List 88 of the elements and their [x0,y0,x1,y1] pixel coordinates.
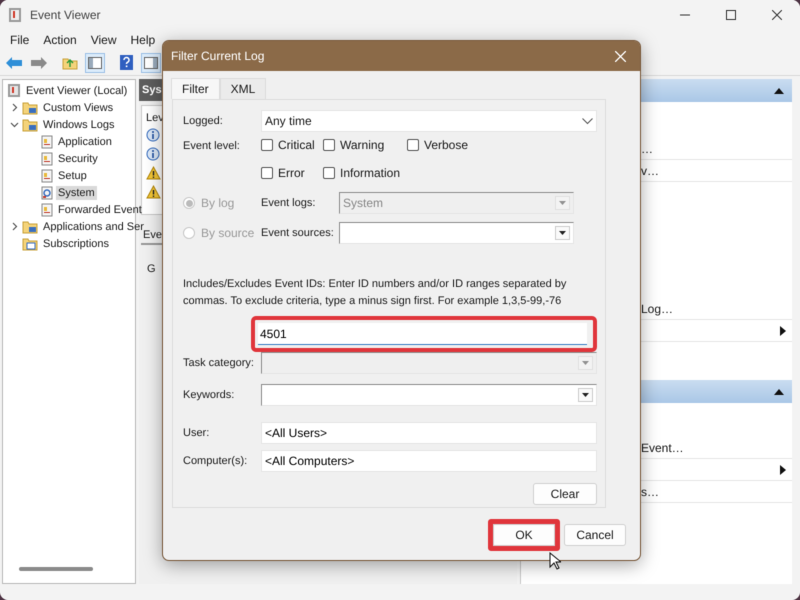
field-label: User: [183,427,210,439]
menu-item[interactable]: File [10,33,30,47]
folder-icon [22,100,38,114]
collapse-icon[interactable] [774,388,784,394]
dropdown-arrow-icon [582,361,589,365]
details-tab[interactable]: Eve [143,229,162,241]
menu-item[interactable]: Action [43,33,77,47]
checkbox-icon[interactable] [261,139,273,151]
tree-item[interactable]: Setup [56,168,89,182]
tab[interactable]: Filter [171,78,220,99]
help-icon [120,55,132,70]
action-link[interactable]: Log… [641,302,674,316]
computer-field[interactable]: <All Computers> [261,450,597,472]
level-checkbox[interactable]: Information [323,166,407,180]
field-label: Keywords: [183,389,236,401]
submenu-arrow-icon[interactable] [780,326,786,336]
checkbox-icon[interactable] [407,139,419,151]
user-field[interactable]: <All Users> [261,422,597,444]
folder-icon [22,118,38,132]
dialog-title: Filter Current Log [171,49,266,63]
log-icon [41,134,53,148]
tree-item[interactable]: System [56,186,97,200]
field-label: Event sources: [261,227,335,239]
tree-item[interactable]: Event Viewer (Local) [24,84,130,98]
action-link[interactable]: v… [641,164,659,178]
action-link[interactable]: Event… [641,440,684,454]
info-icon [146,128,160,142]
maximize-icon [726,10,736,20]
submenu-arrow-icon[interactable] [780,464,786,474]
tree-item[interactable]: Custom Views [41,100,116,114]
chevron-down-icon [582,118,593,124]
event-ids-description: Includes/Excludes Event IDs: Enter ID numbers and/or ID ranges separated by commas. To exclude criteria, type a minus sign first. For example 1,3,5-99,-76 [183,277,568,309]
action-link[interactable]: … [641,142,653,156]
action-link[interactable]: s… [641,484,659,498]
log-icon [41,152,53,166]
dropdown-arrow-icon [559,201,566,205]
dialog-button[interactable]: OK [488,519,560,551]
pane-header: Sys [142,84,162,96]
warning-icon [146,166,161,180]
system-log-icon [41,186,53,200]
action-pane-button[interactable] [141,52,161,72]
details-text: G [147,263,156,275]
collapse-icon[interactable] [774,88,784,94]
expand-chevron-icon[interactable] [10,222,19,231]
info-icon [146,147,160,161]
level-checkbox[interactable]: Error [261,166,323,180]
log-icon [41,202,53,216]
level-checkbox[interactable]: Warning [323,138,407,152]
level-checkbox[interactable]: Verbose [407,138,497,152]
tree-item[interactable]: Forwarded Event [56,202,144,216]
checkbox-icon[interactable] [323,139,335,151]
field-label: Event level: [183,139,241,152]
window-title: Event Viewer [30,8,102,22]
menu-item[interactable]: Help [130,33,156,47]
field-label: Logged: [183,115,224,127]
scrollbar-thumb[interactable] [19,567,93,571]
level-checkbox[interactable]: Critical [261,138,323,152]
event-ids-input[interactable]: 4501 [258,323,587,345]
logged-dropdown[interactable]: Any time [261,110,597,132]
field-label: Task category: [183,357,255,369]
event-viewer-icon [7,83,21,98]
console-tree-button[interactable] [85,52,105,72]
tree-item[interactable]: Subscriptions [41,236,112,250]
mouse-pointer-icon [549,552,561,570]
folder-icon [22,220,38,234]
tree-item[interactable]: Security [56,152,100,166]
subscriptions-icon [22,236,38,250]
dropdown-arrow-icon [582,393,589,397]
log-icon [41,168,53,182]
tree-item[interactable]: Windows Logs [41,118,117,132]
category-dropdown[interactable] [261,384,597,406]
field-label: Computer(s): [183,455,248,467]
field-label: Event logs: [261,197,316,209]
menu-item[interactable]: View [90,33,116,47]
close-icon [614,50,626,62]
tab[interactable]: XML [220,78,266,99]
checkbox-icon[interactable] [261,167,273,179]
tree-item[interactable]: Application [56,134,114,148]
close-icon [772,10,782,20]
collapse-chevron-icon[interactable] [10,120,19,129]
checkbox-icon[interactable] [323,167,335,179]
warning-icon [146,185,161,199]
dialog-button[interactable]: Cancel [564,524,626,546]
source-dropdown[interactable] [339,222,574,244]
clear-button[interactable]: Clear [533,483,597,505]
event-viewer-icon [8,7,22,23]
dropdown-arrow-icon [559,231,566,235]
expand-chevron-icon[interactable] [10,103,19,112]
